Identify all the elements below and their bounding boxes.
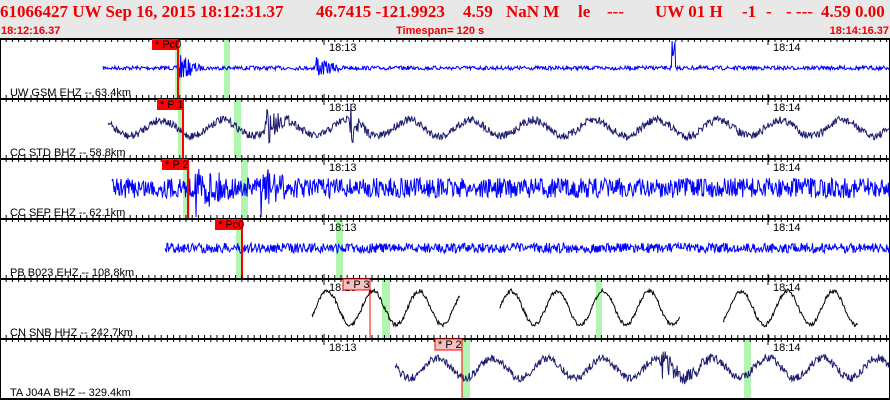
end-time: 18:14:16.37 bbox=[829, 25, 889, 37]
time-label: 18:13 bbox=[329, 162, 357, 174]
phase-window bbox=[744, 340, 751, 398]
time-label: 18:13 bbox=[329, 342, 357, 354]
time-label: 18:14 bbox=[773, 222, 801, 234]
time-label: 18:14 bbox=[773, 162, 801, 174]
event-values: 4.59 0.00 bbox=[821, 2, 885, 21]
seismogram-trace bbox=[111, 168, 890, 218]
seismogram-trace bbox=[164, 241, 890, 255]
seismogram-trace bbox=[102, 40, 890, 81]
event-id-time: 61066427 UW Sep 16, 2015 18:12:31.37 bbox=[0, 2, 284, 21]
channel-panel[interactable]: 18:13 18:14 * Pc0 PB B023 EHZ -- 108.8km bbox=[0, 214, 890, 279]
channel-label: TA J04A BHZ -- 329.4km bbox=[10, 387, 131, 399]
event-magnitude: NaN M bbox=[506, 2, 560, 21]
event-type: le bbox=[578, 2, 591, 21]
timespan: Timespan= 120 s bbox=[396, 25, 485, 37]
channel-label: UW GSM EHZ -- 63.4km bbox=[10, 87, 131, 99]
channel-panel[interactable]: 18:13 18:14 * Pc0 UW GSM EHZ -- 63.4km bbox=[0, 38, 890, 99]
time-label: 18:13 bbox=[329, 222, 357, 234]
phase-window bbox=[462, 340, 470, 398]
time-label: 18:14 bbox=[773, 102, 801, 114]
pick-label: * P 2 bbox=[438, 339, 462, 351]
channel-panel[interactable]: 18:1318:14* P 3CN SNB HHZ -- 242.7km bbox=[0, 274, 890, 339]
event-dash: - bbox=[766, 2, 772, 21]
event-depth: 4.59 bbox=[463, 2, 493, 21]
time-label: 18:14 bbox=[773, 42, 801, 54]
event-dash: --- bbox=[607, 2, 624, 21]
channel-panel[interactable]: 18:13 18:14 * P 2 CC SEP EHZ -- 62.1km bbox=[0, 154, 890, 219]
waveform-panels[interactable]: 18:13 18:14* Pc0UW GSM EHZ -- 63.4km18:13… bbox=[0, 38, 890, 400]
event-source: UW 01 H bbox=[655, 2, 723, 21]
phase-window bbox=[596, 280, 602, 338]
event-header: 61066427 UW Sep 16, 2015 18:12:31.37 46.… bbox=[0, 0, 890, 38]
event-location: 46.7415 -121.9923 bbox=[316, 2, 445, 21]
event-dash: - --- bbox=[786, 2, 813, 21]
channel-panel[interactable]: 18:13 18:14 * P 2 TA J04A BHZ -- 329.4km bbox=[0, 334, 890, 399]
time-label: 18:13 bbox=[329, 102, 357, 114]
event-flag: -1 bbox=[742, 2, 757, 21]
pick-label: * Pc0 bbox=[218, 219, 244, 231]
pick-label: * P 3 bbox=[346, 279, 370, 291]
channel-label: CC SEP EHZ -- 62.1km bbox=[10, 207, 125, 219]
time-label: 18:13 bbox=[329, 42, 357, 54]
pick-label: * P 2 bbox=[165, 159, 189, 171]
pick-label: * Pc0 bbox=[155, 39, 181, 51]
channel-label: PB B023 EHZ -- 108.8km bbox=[10, 267, 134, 279]
channel-label: CN SNB HHZ -- 242.7km bbox=[10, 327, 133, 339]
pick-label: * P 1 bbox=[160, 99, 184, 111]
channel-panel[interactable]: 18:13 18:14* P 1CC STD BHZ -- 58.8km bbox=[0, 94, 890, 159]
seismogram-trace bbox=[311, 287, 858, 328]
time-label: 18:14 bbox=[773, 342, 801, 354]
start-time: 18:12:16.37 bbox=[1, 25, 61, 37]
phase-window bbox=[382, 280, 390, 338]
